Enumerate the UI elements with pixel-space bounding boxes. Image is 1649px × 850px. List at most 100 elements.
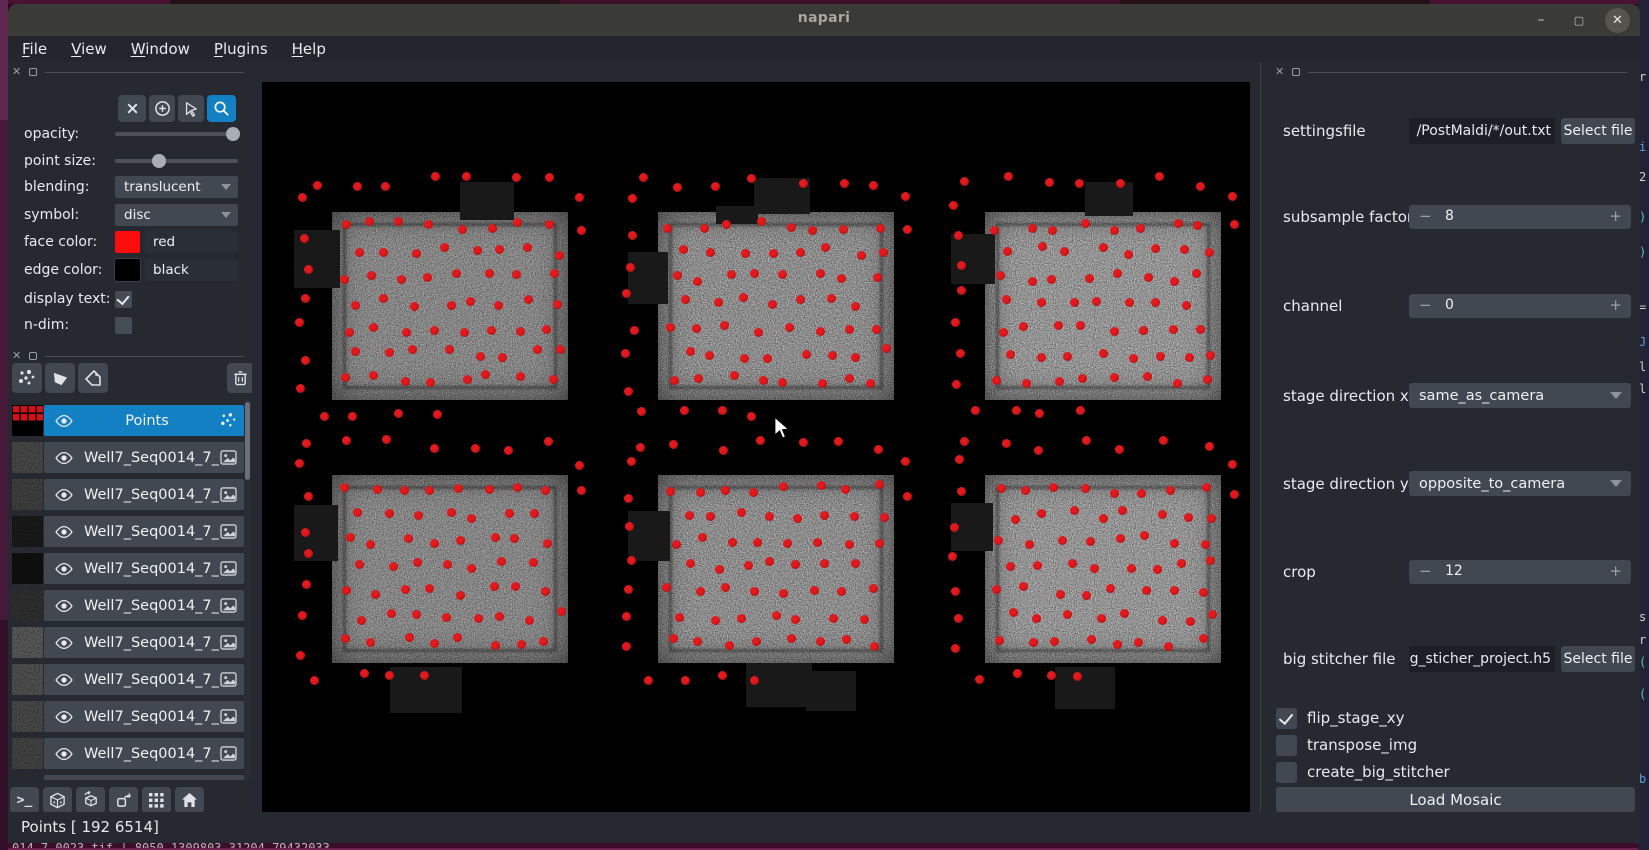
close-button[interactable]: ✕ xyxy=(1605,7,1630,33)
pan-zoom-button[interactable] xyxy=(207,95,236,122)
ndim-checkbox[interactable] xyxy=(115,316,132,334)
layer-row-image-6[interactable]: Well7_Seq0014_7_0 xyxy=(12,627,248,658)
spin-minus-icon[interactable]: − xyxy=(1419,296,1432,314)
visibility-eye-icon[interactable] xyxy=(54,636,74,650)
channel-spinbox[interactable]: − 0 + xyxy=(1409,294,1631,318)
viewer-canvas[interactable] xyxy=(262,82,1250,812)
select-points-button[interactable] xyxy=(178,95,204,122)
registration-point xyxy=(1075,179,1085,189)
dock-float-icon[interactable] xyxy=(29,352,38,360)
registration-point xyxy=(1172,378,1182,388)
visibility-eye-icon[interactable] xyxy=(54,525,74,539)
dock-close-icon[interactable]: ✕ xyxy=(12,350,21,361)
transpose-dimensions-button[interactable] xyxy=(109,787,138,813)
layer-row-points[interactable]: Points xyxy=(12,405,248,436)
layer-row-image-5[interactable]: Well7_Seq0014_7_0 xyxy=(12,590,248,621)
layer-thumbnail xyxy=(12,516,43,547)
crop-spinbox[interactable]: − 12 + xyxy=(1409,560,1631,584)
display-text-checkbox[interactable] xyxy=(115,290,132,308)
reset-view-home-button[interactable] xyxy=(175,787,204,813)
layer-row-image-7[interactable]: Well7_Seq0014_7_0 xyxy=(12,664,248,695)
toggle-ndisplay-button[interactable] xyxy=(43,787,72,813)
layer-row-image-1[interactable]: Well7_Seq0014_7_0 xyxy=(12,442,248,473)
visibility-eye-icon[interactable] xyxy=(54,673,74,687)
spin-minus-icon[interactable]: − xyxy=(1419,562,1432,580)
face-color-swatch[interactable] xyxy=(115,231,140,253)
layer-row-partial[interactable] xyxy=(44,775,244,780)
registration-point xyxy=(393,408,403,418)
dock-close-icon[interactable]: ✕ xyxy=(1275,66,1284,77)
visibility-eye-icon[interactable] xyxy=(54,451,74,465)
dock-float-icon[interactable] xyxy=(1292,68,1301,76)
new-shapes-layer-button[interactable] xyxy=(45,363,75,393)
menu-window[interactable]: Window xyxy=(131,40,190,58)
transpose_img-checkbox[interactable] xyxy=(1276,734,1297,756)
layer-row-body[interactable]: Well7_Seq0014_7_0 xyxy=(44,516,244,547)
menu-view[interactable]: View xyxy=(71,40,107,58)
edge-color-swatch[interactable] xyxy=(114,258,141,282)
settingsfile-select-button[interactable]: Select file xyxy=(1561,118,1635,144)
face-color-input[interactable]: red xyxy=(145,231,238,253)
delete-points-button[interactable] xyxy=(118,95,146,122)
layer-row-body[interactable]: Points xyxy=(44,405,244,436)
blending-select[interactable]: translucent xyxy=(115,176,238,198)
points-icon xyxy=(19,369,35,385)
spin-plus-icon[interactable]: + xyxy=(1609,296,1622,314)
layer-row-body[interactable]: Well7_Seq0014_7_0 xyxy=(44,738,244,769)
dock-close-icon[interactable]: ✕ xyxy=(12,66,21,77)
layer-list-scrollbar[interactable] xyxy=(244,400,251,780)
scrollbar-thumb[interactable] xyxy=(245,402,250,480)
visibility-eye-icon[interactable] xyxy=(54,710,74,724)
stage-direction-x-select[interactable]: same_as_camera xyxy=(1409,383,1631,408)
registration-point xyxy=(387,608,397,618)
titlebar[interactable]: napari – ▢ ✕ xyxy=(8,4,1640,36)
layer-row-image-2[interactable]: Well7_Seq0014_7_0 xyxy=(12,479,248,510)
bigstitcher-input[interactable]: g_sticher_project.h5 xyxy=(1409,646,1555,672)
new-labels-layer-button[interactable] xyxy=(78,363,108,393)
visibility-eye-icon[interactable] xyxy=(54,599,74,613)
spin-plus-icon[interactable]: + xyxy=(1609,207,1622,225)
menu-help[interactable]: Help xyxy=(292,40,326,58)
roll-dimensions-button[interactable] xyxy=(76,787,105,813)
minimize-button[interactable]: – xyxy=(1529,8,1553,32)
layer-row-body[interactable]: Well7_Seq0014_7_0 xyxy=(44,701,244,732)
stage-direction-y-select[interactable]: opposite_to_camera xyxy=(1409,471,1631,496)
symbol-select[interactable]: disc xyxy=(115,204,238,226)
console-button[interactable]: >_ xyxy=(10,787,39,813)
dock-float-icon[interactable] xyxy=(29,68,38,76)
menu-file[interactable]: File xyxy=(22,40,47,58)
add-points-button[interactable] xyxy=(149,95,175,122)
delete-layer-button[interactable] xyxy=(227,363,254,393)
registration-point xyxy=(350,347,360,357)
grid-view-button[interactable] xyxy=(142,787,171,813)
layer-row-image-9[interactable]: Well7_Seq0014_7_0 xyxy=(12,738,248,769)
visibility-eye-icon[interactable] xyxy=(54,414,74,428)
registration-point xyxy=(423,220,433,230)
create_big_stitcher-checkbox[interactable] xyxy=(1276,761,1297,783)
menu-plugins[interactable]: Plugins xyxy=(214,40,268,58)
layer-row-body[interactable]: Well7_Seq0014_7_0 xyxy=(44,627,244,658)
visibility-eye-icon[interactable] xyxy=(54,562,74,576)
layer-row-image-4[interactable]: Well7_Seq0014_7_0 xyxy=(12,553,248,584)
visibility-eye-icon[interactable] xyxy=(54,488,74,502)
opacity-slider[interactable] xyxy=(115,122,241,146)
load-mosaic-button[interactable]: Load Mosaic xyxy=(1276,787,1635,812)
subsample-spinbox[interactable]: − 8 + xyxy=(1409,205,1631,229)
bigstitcher-select-button[interactable]: Select file xyxy=(1561,646,1635,672)
maximize-button[interactable]: ▢ xyxy=(1567,8,1591,32)
visibility-eye-icon[interactable] xyxy=(54,747,74,761)
spin-minus-icon[interactable]: − xyxy=(1419,207,1432,225)
layer-row-image-8[interactable]: Well7_Seq0014_7_0 xyxy=(12,701,248,732)
new-points-layer-button[interactable] xyxy=(12,363,42,393)
spin-plus-icon[interactable]: + xyxy=(1609,562,1622,580)
edge-color-input[interactable]: black xyxy=(145,259,238,281)
point-size-slider[interactable] xyxy=(115,149,238,173)
layer-row-body[interactable]: Well7_Seq0014_7_0 xyxy=(44,479,244,510)
layer-row-body[interactable]: Well7_Seq0014_7_0 xyxy=(44,442,244,473)
layer-row-image-3[interactable]: Well7_Seq0014_7_0 xyxy=(12,516,248,547)
layer-row-body[interactable]: Well7_Seq0014_7_0 xyxy=(44,590,244,621)
settingsfile-input[interactable]: /PostMaldi/*/out.txt xyxy=(1409,118,1555,144)
flip_stage_xy-checkbox[interactable] xyxy=(1276,707,1297,729)
layer-row-body[interactable]: Well7_Seq0014_7_0 xyxy=(44,553,244,584)
layer-row-body[interactable]: Well7_Seq0014_7_0 xyxy=(44,664,244,695)
